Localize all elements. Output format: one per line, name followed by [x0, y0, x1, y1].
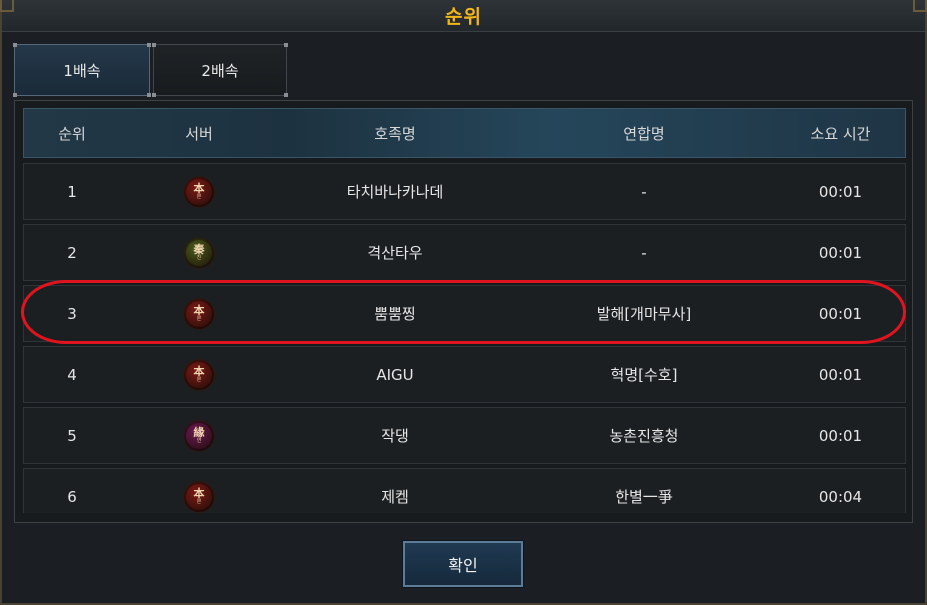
table-row[interactable]: 3 本 본 뿜뿜찡 발해[개마무사] 00:01	[23, 285, 906, 342]
row-rank: 3	[67, 304, 77, 323]
server-crest-icon: 緣 연	[184, 420, 214, 451]
row-name: AIGU	[376, 365, 414, 384]
row-rank: 2	[67, 243, 77, 262]
row-name: 제켐	[381, 488, 409, 506]
row-server: 本 본	[134, 347, 264, 402]
server-crest-icon: 本 본	[184, 481, 214, 512]
row-rank: 5	[67, 426, 77, 445]
row-server: 秦 진	[134, 225, 264, 280]
server-crest-glyph: 秦	[193, 243, 205, 256]
server-crest-icon: 本 본	[184, 176, 214, 207]
row-name: 작댕	[381, 427, 409, 445]
row-name: 타치바나카나데	[346, 183, 444, 201]
row-time: 00:04	[818, 487, 863, 506]
tab-corner-dot	[13, 93, 17, 97]
server-crest-glyph: 緣	[193, 426, 205, 439]
header-time: 소요 시간	[810, 124, 871, 143]
tab-corner-dot	[147, 43, 151, 47]
server-crest-glyph: 本	[193, 487, 205, 500]
table-row[interactable]: 4 本 본 AIGU 혁명[수호] 00:01	[23, 346, 906, 403]
row-rank: 6	[67, 487, 77, 506]
server-crest-sub: 본	[196, 194, 202, 200]
row-server: 緣 연	[134, 408, 264, 463]
header-guild: 연합명	[623, 124, 665, 143]
table-header: 순위 서버 호족명 연합명 소요 시간	[23, 108, 906, 158]
server-crest-glyph: 本	[193, 304, 205, 317]
server-crest-icon: 本 본	[184, 359, 214, 390]
row-rank: 4	[67, 365, 77, 384]
row-server: 本 본	[134, 286, 264, 341]
row-guild: 한별一爭	[615, 488, 673, 506]
server-crest-sub: 연	[196, 438, 202, 444]
header-server: 서버	[185, 124, 213, 143]
server-crest-sub: 진	[196, 255, 202, 261]
tab-corner-dot	[147, 93, 151, 97]
table-row[interactable]: 6 本 본 제켐 한별一爭 00:04	[23, 468, 906, 513]
row-time: 00:01	[818, 365, 863, 384]
header-name: 호족명	[374, 124, 416, 143]
server-crest-sub: 본	[196, 316, 202, 322]
row-name: 뿜뿜찡	[374, 305, 416, 323]
tab-corner-dot	[152, 43, 156, 47]
title-bar: 순위	[2, 0, 925, 32]
row-guild: 발해[개마무사]	[596, 305, 692, 323]
tab-corner-dot	[13, 43, 17, 47]
tab-corner-dot	[284, 93, 288, 97]
server-crest-glyph: 本	[193, 365, 205, 378]
row-guild: -	[641, 243, 647, 262]
header-rank: 순위	[58, 124, 86, 143]
server-crest-icon: 秦 진	[184, 237, 214, 268]
corner-ornament-right	[913, 0, 927, 12]
row-guild: -	[641, 182, 647, 201]
row-time: 00:01	[818, 304, 863, 323]
table-row[interactable]: 5 緣 연 작댕 농촌진흥청 00:01	[23, 407, 906, 464]
server-crest-icon: 本 본	[184, 298, 214, 329]
server-crest-glyph: 本	[193, 182, 205, 195]
server-crest-sub: 본	[196, 377, 202, 383]
server-crest-sub: 본	[196, 499, 202, 505]
tab-corner-dot	[152, 93, 156, 97]
row-server: 本 본	[134, 469, 264, 513]
corner-ornament-left	[0, 0, 14, 12]
row-time: 00:01	[818, 182, 863, 201]
ranking-window: 순위 1배속 2배속 순위 서버 호족명 연합명 소요 시간 1 本 본 타치바…	[0, 0, 927, 605]
tab-speed-2x-label: 2배속	[201, 61, 239, 80]
row-name: 격산타우	[367, 244, 423, 262]
ranking-list[interactable]: 1 本 본 타치바나카나데 - 00:01 2 秦 진 격산타우 - 00:01…	[23, 163, 906, 513]
ranking-panel: 순위 서버 호족명 연합명 소요 시간 1 本 본 타치바나카나데 - 00:0…	[14, 100, 913, 523]
window-title: 순위	[445, 6, 482, 28]
table-row[interactable]: 1 本 본 타치바나카나데 - 00:01	[23, 163, 906, 220]
row-time: 00:01	[818, 243, 863, 262]
row-rank: 1	[67, 182, 77, 201]
tab-corner-dot	[284, 43, 288, 47]
confirm-button-label: 확인	[448, 556, 478, 575]
confirm-button[interactable]: 확인	[402, 540, 524, 588]
row-server: 本 본	[134, 164, 264, 219]
row-guild: 혁명[수호]	[610, 366, 678, 384]
tab-speed-1x-label: 1배속	[63, 61, 101, 80]
row-guild: 농촌진흥청	[609, 427, 679, 445]
row-time: 00:01	[818, 426, 863, 445]
tab-speed-2x[interactable]: 2배속	[152, 43, 288, 97]
tab-speed-1x[interactable]: 1배속	[13, 43, 151, 97]
table-row[interactable]: 2 秦 진 격산타우 - 00:01	[23, 224, 906, 281]
